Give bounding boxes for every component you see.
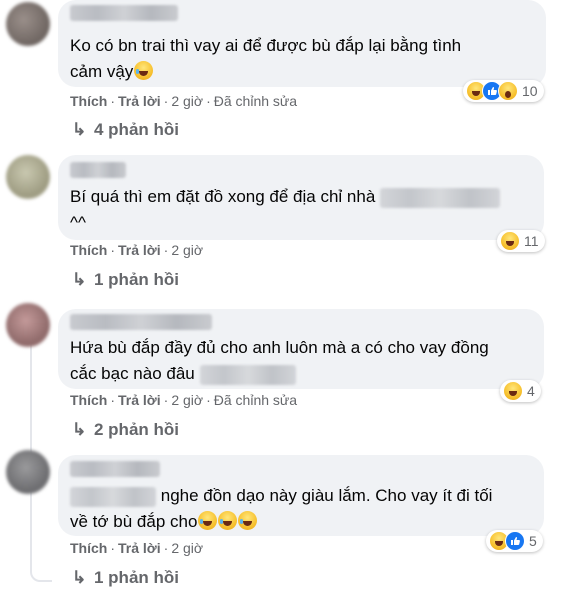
comment-text-line-1: Hứa bù đắp đầy đủ cho anh luôn mà a có c… bbox=[70, 338, 489, 357]
comment-bubble: nghe đồn dạo này giàu lắm. Cho vay ít đi… bbox=[58, 455, 544, 536]
comment-text-line-2: cắc bạc nào đâu bbox=[70, 364, 195, 383]
separator: · bbox=[110, 540, 116, 556]
reply-action[interactable]: Trả lời bbox=[118, 392, 161, 408]
avatar[interactable] bbox=[6, 155, 50, 199]
comment-meta: Thích · Trả lời · 2 giờ · Đã chỉnh sửa bbox=[70, 93, 297, 109]
comment-text: nghe đồn dạo này giàu lắm. Cho vay ít đi… bbox=[70, 483, 530, 535]
like-action[interactable]: Thích bbox=[70, 392, 107, 408]
replies-count-label: 4 phản hồi bbox=[94, 120, 179, 139]
comment-text: Ko có bn trai thì vay ai để được bù đắp … bbox=[70, 33, 532, 85]
comment-meta: Thích · Trả lời · 2 giờ bbox=[70, 540, 203, 556]
like-action[interactable]: Thích bbox=[70, 242, 107, 258]
reaction-count: 4 bbox=[527, 383, 535, 399]
laughing-tears-emoji-icon bbox=[218, 511, 238, 530]
reply-action[interactable]: Trả lời bbox=[118, 540, 161, 556]
avatar[interactable] bbox=[6, 2, 50, 46]
reaction-summary[interactable]: 10 bbox=[463, 80, 544, 102]
avatar[interactable] bbox=[6, 450, 50, 494]
view-replies-link[interactable]: ↳ 2 phản hồi bbox=[72, 420, 179, 440]
laughing-tears-emoji-icon bbox=[198, 511, 218, 530]
author-name-redacted[interactable] bbox=[70, 314, 212, 330]
separator: · bbox=[163, 93, 169, 109]
view-replies-link[interactable]: ↳ 1 phản hồi bbox=[72, 270, 179, 290]
author-name-redacted[interactable] bbox=[70, 5, 178, 21]
reaction-summary[interactable]: 4 bbox=[500, 380, 541, 402]
comment-text-line-2: ^^ bbox=[70, 213, 86, 232]
comment-bubble: Bí quá thì em đặt đồ xong để địa chỉ nhà… bbox=[58, 155, 544, 240]
reply-action[interactable]: Trả lời bbox=[118, 242, 161, 258]
comment-text-line-1: nghe đồn dạo này giàu lắm. Cho vay ít đi… bbox=[160, 486, 493, 505]
separator: · bbox=[110, 242, 116, 258]
comment-text: Hứa bù đắp đầy đủ cho anh luôn mà a có c… bbox=[70, 335, 530, 387]
separator: · bbox=[110, 392, 116, 408]
timestamp[interactable]: 2 giờ bbox=[171, 392, 203, 408]
author-name-redacted[interactable] bbox=[70, 461, 160, 477]
separator: · bbox=[163, 392, 169, 408]
edited-label: Đã chỉnh sửa bbox=[213, 392, 298, 408]
comment-bubble: Ko có bn trai thì vay ai để được bù đắp … bbox=[58, 0, 546, 87]
author-name-redacted[interactable] bbox=[70, 162, 126, 178]
reaction-count: 5 bbox=[529, 533, 537, 549]
wow-reaction-icon bbox=[498, 81, 518, 101]
timestamp[interactable]: 2 giờ bbox=[171, 93, 203, 109]
separator: · bbox=[206, 93, 211, 109]
like-action[interactable]: Thích bbox=[70, 93, 107, 109]
haha-reaction-icon bbox=[500, 231, 520, 251]
comment-text-line-2: về tớ bù đắp cho bbox=[70, 512, 198, 531]
separator: · bbox=[110, 93, 116, 109]
replies-count-label: 1 phản hồi bbox=[94, 568, 179, 587]
redacted-text bbox=[380, 187, 501, 208]
comment-text-line-2: cảm vậy bbox=[70, 62, 134, 81]
comment-text-line-1: Ko có bn trai thì vay ai để được bù đắp … bbox=[70, 36, 462, 55]
reaction-summary[interactable]: 5 bbox=[486, 530, 543, 552]
reply-action[interactable]: Trả lời bbox=[118, 93, 161, 109]
replies-count-label: 1 phản hồi bbox=[94, 270, 179, 289]
reply-arrow-icon: ↳ bbox=[72, 568, 87, 587]
laughing-tears-emoji-icon bbox=[238, 511, 258, 530]
separator: · bbox=[206, 392, 211, 408]
separator: · bbox=[163, 242, 169, 258]
comment-text-line-1: Bí quá thì em đặt đồ xong để địa chỉ nhà bbox=[70, 187, 376, 206]
timestamp[interactable]: 2 giờ bbox=[171, 242, 203, 258]
view-replies-link[interactable]: ↳ 4 phản hồi bbox=[72, 120, 179, 140]
haha-reaction-icon bbox=[503, 381, 523, 401]
reply-arrow-icon: ↳ bbox=[72, 420, 87, 439]
timestamp[interactable]: 2 giờ bbox=[171, 540, 203, 556]
reaction-count: 11 bbox=[524, 233, 539, 249]
like-action[interactable]: Thích bbox=[70, 540, 107, 556]
reply-arrow-icon: ↳ bbox=[72, 120, 87, 139]
comment-text: Bí quá thì em đặt đồ xong để địa chỉ nhà… bbox=[70, 184, 530, 236]
reaction-summary[interactable]: 11 bbox=[497, 230, 545, 252]
replies-count-label: 2 phản hồi bbox=[94, 420, 179, 439]
comment-bubble: Hứa bù đắp đầy đủ cho anh luôn mà a có c… bbox=[58, 309, 544, 389]
separator: · bbox=[163, 540, 169, 556]
reaction-count: 10 bbox=[522, 83, 538, 99]
avatar[interactable] bbox=[6, 303, 50, 347]
view-replies-link[interactable]: ↳ 1 phản hồi bbox=[72, 568, 179, 588]
comment-meta: Thích · Trả lời · 2 giờ bbox=[70, 242, 203, 258]
like-reaction-icon bbox=[505, 531, 525, 551]
comment-meta: Thích · Trả lời · 2 giờ · Đã chỉnh sửa bbox=[70, 392, 297, 408]
edited-label: Đã chỉnh sửa bbox=[213, 93, 298, 109]
redacted-text bbox=[70, 486, 156, 507]
redacted-text bbox=[199, 364, 296, 385]
reply-arrow-icon: ↳ bbox=[72, 270, 87, 289]
laughing-tears-emoji-icon bbox=[134, 61, 154, 80]
